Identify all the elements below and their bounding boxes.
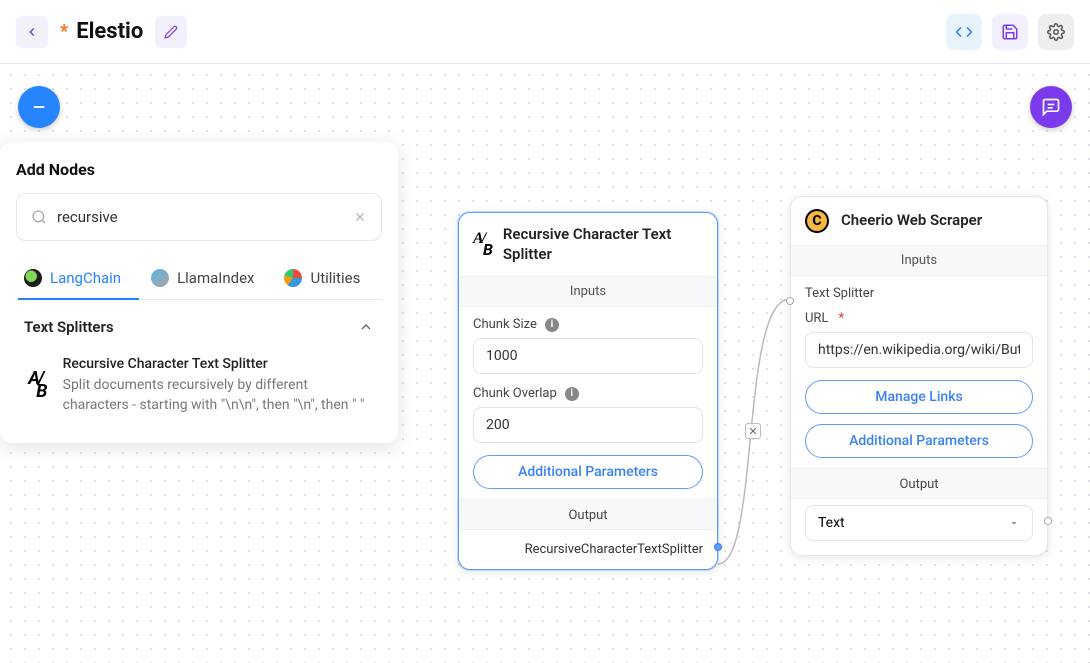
search-icon: [31, 209, 47, 225]
chunk-overlap-label: Chunk Overlap i: [473, 386, 703, 401]
section-title: Text Splitters: [24, 318, 114, 336]
node-header: C Cheerio Web Scraper: [791, 197, 1047, 245]
required-indicator: *: [838, 311, 844, 326]
code-icon: [955, 23, 973, 41]
url-label: URL*: [805, 311, 1033, 326]
chevron-up-icon: [358, 319, 374, 335]
node-title: Cheerio Web Scraper: [841, 211, 982, 231]
top-bar-left: * Elestio: [16, 16, 187, 48]
chat-icon: [1041, 97, 1061, 117]
input-handle-text-splitter[interactable]: [786, 297, 794, 305]
back-button[interactable]: [16, 16, 48, 48]
tab-utilities[interactable]: Utilities: [282, 257, 362, 299]
url-input[interactable]: [805, 332, 1033, 368]
add-nodes-panel: Add Nodes LangChain LlamaIndex Utilities…: [0, 142, 398, 443]
pencil-icon: [164, 25, 178, 39]
output-handle[interactable]: [1044, 517, 1052, 525]
top-bar-right: [946, 14, 1074, 50]
output-handle[interactable]: [714, 543, 722, 551]
utilities-icon: [284, 269, 302, 287]
item-description: Split documents recursively by different…: [63, 376, 374, 415]
settings-button[interactable]: [1038, 14, 1074, 50]
llamaindex-icon: [151, 269, 169, 287]
section-header-text-splitters[interactable]: Text Splitters: [16, 300, 382, 346]
output-select[interactable]: Text: [805, 505, 1033, 541]
modified-indicator: *: [60, 21, 68, 42]
node-cheerio-web-scraper[interactable]: C Cheerio Web Scraper Inputs Text Splitt…: [790, 196, 1048, 556]
clear-icon[interactable]: [353, 210, 367, 224]
ab-icon: A/B: [24, 356, 47, 415]
search-input[interactable]: [57, 208, 343, 226]
search-field-wrap[interactable]: [16, 193, 382, 241]
tab-label: LlamaIndex: [177, 269, 254, 287]
manage-links-button[interactable]: Manage Links: [805, 380, 1033, 414]
cheerio-icon: C: [805, 209, 829, 233]
tab-langchain[interactable]: LangChain: [22, 257, 123, 299]
code-button[interactable]: [946, 14, 982, 50]
node-body: URL* Manage Links Additional Parameters: [791, 305, 1047, 468]
langchain-icon: [24, 269, 42, 287]
node-title: Recursive Character Text Splitter: [503, 225, 703, 264]
item-title: Recursive Character Text Splitter: [63, 356, 374, 372]
output-header: Output: [791, 468, 1047, 499]
minus-icon: [30, 98, 48, 116]
edit-title-button[interactable]: [155, 16, 187, 48]
node-header: A/B Recursive Character Text Splitter: [459, 213, 717, 276]
additional-parameters-button[interactable]: Additional Parameters: [805, 424, 1033, 458]
chat-button[interactable]: [1030, 86, 1072, 128]
additional-parameters-button[interactable]: Additional Parameters: [473, 455, 703, 489]
chevron-down-icon: [1008, 517, 1020, 529]
item-content: Recursive Character Text Splitter Split …: [63, 356, 374, 415]
save-icon: [1001, 23, 1019, 41]
panel-title: Add Nodes: [16, 160, 382, 179]
tab-label: Utilities: [310, 269, 360, 287]
node-recursive-text-splitter[interactable]: A/B Recursive Character Text Splitter In…: [458, 212, 718, 570]
category-tabs: LangChain LlamaIndex Utilities: [16, 257, 382, 300]
node-body: Chunk Size i Chunk Overlap i Additional …: [459, 307, 717, 499]
info-icon[interactable]: i: [565, 387, 579, 401]
tab-llamaindex[interactable]: LlamaIndex: [149, 257, 256, 299]
tab-label: LangChain: [50, 269, 121, 287]
text-splitter-label: Text Splitter: [791, 276, 1047, 305]
top-bar: * Elestio: [0, 0, 1090, 64]
inputs-header: Inputs: [791, 245, 1047, 276]
inputs-header: Inputs: [459, 276, 717, 307]
info-icon[interactable]: i: [545, 318, 559, 332]
chunk-size-label: Chunk Size i: [473, 317, 703, 332]
delete-edge-button[interactable]: ✕: [745, 423, 761, 439]
page-title: Elestio: [76, 19, 143, 44]
chunk-overlap-input[interactable]: [473, 407, 703, 443]
canvas[interactable]: Add Nodes LangChain LlamaIndex Utilities…: [0, 64, 1090, 663]
list-item-recursive-splitter[interactable]: A/B Recursive Character Text Splitter Sp…: [16, 346, 382, 425]
gear-icon: [1047, 23, 1065, 41]
select-value: Text: [818, 515, 845, 531]
output-label: RecursiveCharacterTextSplitter: [459, 530, 717, 569]
chevron-left-icon: [25, 25, 39, 39]
output-header: Output: [459, 499, 717, 530]
title-wrap: * Elestio: [60, 19, 143, 44]
chunk-size-input[interactable]: [473, 338, 703, 374]
collapse-button[interactable]: [18, 86, 60, 128]
ab-icon: A/B: [473, 233, 491, 256]
save-button[interactable]: [992, 14, 1028, 50]
